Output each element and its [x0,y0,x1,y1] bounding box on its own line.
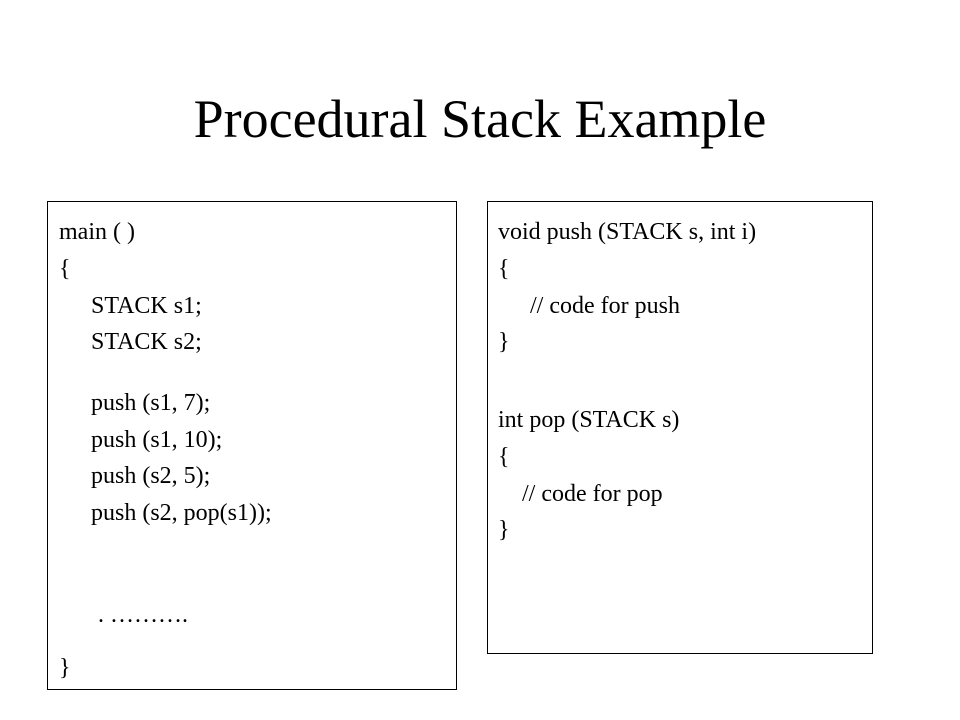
pop-comment: // code for pop [522,481,663,507]
main-open-brace: { [59,256,71,282]
main-close-brace: } [59,655,71,681]
push-call-2: push (s1, 10); [91,427,223,453]
push-close-brace: } [498,329,510,355]
pop-open-brace: { [498,444,510,470]
pop-signature: int pop (STACK s) [498,407,680,433]
push-comment: // code for push [530,293,680,319]
push-call-3: push (s2, 5); [91,463,211,489]
push-open-brace: { [498,256,510,282]
functions-code-box: void push (STACK s, int i) { // code for… [487,201,873,654]
main-code-box: main ( ) { STACK s1; STACK s2; push (s1,… [47,201,457,690]
slide-title: Procedural Stack Example [193,89,767,149]
push-call-4: push (s2, pop(s1)); [91,500,272,526]
stack-s2-declaration: STACK s2; [91,329,202,355]
push-signature: void push (STACK s, int i) [498,219,757,245]
push-call-1: push (s1, 7); [91,390,211,416]
main-header-line: main ( ) [59,219,135,245]
stack-s1-declaration: STACK s1; [91,293,202,319]
slide: Procedural Stack Example main ( ) { STAC… [0,0,960,720]
pop-close-brace: } [498,517,510,543]
code-ellipsis: . ………. [98,602,188,628]
